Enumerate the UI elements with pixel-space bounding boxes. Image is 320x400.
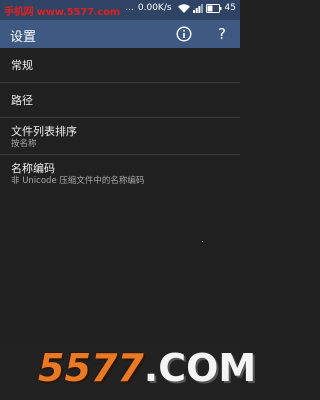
- watermark-number: 5577: [38, 346, 144, 390]
- info-button[interactable]: [174, 24, 194, 44]
- wifi-icon: [177, 3, 193, 13]
- network-speed: 0.00K/s: [137, 3, 172, 13]
- info-icon: [176, 26, 192, 42]
- battery-percent: 45: [224, 3, 236, 13]
- settings-item-path[interactable]: 路径: [0, 83, 240, 118]
- settings-item-title: 路径: [11, 94, 33, 107]
- app-bar: 设置 ?: [0, 20, 240, 48]
- settings-item-general[interactable]: 常规: [0, 48, 240, 83]
- watermark-text: 手机网 www.5577.com: [4, 7, 121, 18]
- help-icon: ?: [218, 25, 226, 43]
- watermark-suffix: .COM: [143, 346, 257, 390]
- settings-item-name-encoding[interactable]: 名称编码 非 Unicode 压缩文件中的名称编码: [0, 155, 240, 192]
- battery-icon: [205, 3, 225, 13]
- help-button[interactable]: ?: [212, 24, 232, 44]
- settings-item-file-list-sort[interactable]: 文件列表排序 按名称: [0, 118, 240, 155]
- status-dots: ...: [125, 3, 134, 13]
- settings-item-title: 文件列表排序: [11, 125, 77, 138]
- settings-item-title: 名称编码: [11, 162, 55, 175]
- screen-speck: [202, 241, 203, 242]
- signal-icon: [192, 3, 206, 13]
- settings-item-subtitle: 按名称: [11, 139, 37, 149]
- status-indicators: ... 0.00K/s 45: [125, 3, 236, 13]
- settings-item-subtitle: 非 Unicode 压缩文件中的名称编码: [11, 176, 145, 186]
- status-bar: 手机网 www.5577.com ... 0.00K/s 45: [0, 0, 240, 20]
- footer-watermark: 5577.COM: [0, 340, 256, 400]
- settings-list: 常规 路径 文件列表排序 按名称 名称编码 非 Unicode 压缩文件中的名称…: [0, 48, 240, 192]
- watermark-logo: 5577.COM: [38, 344, 256, 392]
- page-title: 设置: [10, 30, 37, 45]
- settings-item-title: 常规: [11, 59, 33, 72]
